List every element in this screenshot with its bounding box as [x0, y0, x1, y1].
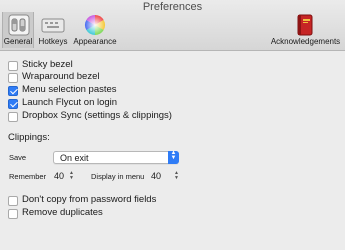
red-book-icon [297, 14, 313, 36]
wraparound-bezel-checkbox[interactable] [8, 73, 18, 83]
clippings-heading: Clippings: [8, 132, 50, 143]
tab-acknowledgements-label: Acknowledgements [270, 37, 341, 46]
tab-general-label: General [3, 37, 33, 46]
remove-duplicates-label: Remove duplicates [22, 207, 103, 218]
launch-on-login-checkbox[interactable] [8, 99, 18, 109]
general-pane: Sticky bezel Wraparound bezel Menu selec… [0, 51, 345, 250]
tab-hotkeys[interactable]: Hotkeys [36, 12, 70, 48]
menu-selection-pastes-checkbox[interactable] [8, 86, 18, 96]
keyboard-icon [41, 18, 65, 33]
tab-acknowledgements[interactable]: Acknowledgements [268, 12, 343, 48]
chevron-updown-icon: ▲ ▼ [168, 150, 179, 164]
menu-selection-pastes-label: Menu selection pastes [22, 84, 117, 95]
tab-appearance-label: Appearance [73, 37, 117, 46]
tab-appearance[interactable]: Appearance [71, 12, 119, 48]
display-in-menu-stepper[interactable]: ▲ ▼ [173, 171, 180, 183]
display-in-menu-value[interactable]: 40 [151, 171, 161, 181]
tab-hotkeys-label: Hotkeys [38, 37, 68, 46]
display-in-menu-label: Display in menu [91, 172, 145, 181]
general-switch-icon [8, 14, 30, 36]
dropbox-sync-label: Dropbox Sync (settings & clippings) [22, 110, 172, 121]
color-wheel-icon [85, 15, 105, 35]
save-popup-value: On exit [60, 153, 89, 163]
launch-on-login-label: Launch Flycut on login [22, 97, 118, 108]
tab-general[interactable]: General [2, 12, 34, 48]
save-popup[interactable]: On exit ▲ ▼ [53, 150, 179, 164]
remove-duplicates-checkbox[interactable] [8, 209, 18, 219]
sticky-bezel-label: Sticky bezel [22, 59, 73, 70]
save-label: Save [9, 153, 27, 162]
remember-value[interactable]: 40 [54, 171, 64, 181]
dropbox-sync-checkbox[interactable] [8, 112, 18, 122]
remember-stepper[interactable]: ▲ ▼ [68, 171, 75, 183]
sticky-bezel-checkbox[interactable] [8, 61, 18, 71]
dont-copy-passwords-label: Don't copy from password fields [22, 194, 157, 205]
dont-copy-passwords-checkbox[interactable] [8, 196, 18, 206]
toolbar: Preferences General Hotkeys Appearance A… [0, 0, 345, 51]
wraparound-bezel-label: Wraparound bezel [22, 71, 100, 82]
remember-label: Remember [9, 172, 47, 181]
